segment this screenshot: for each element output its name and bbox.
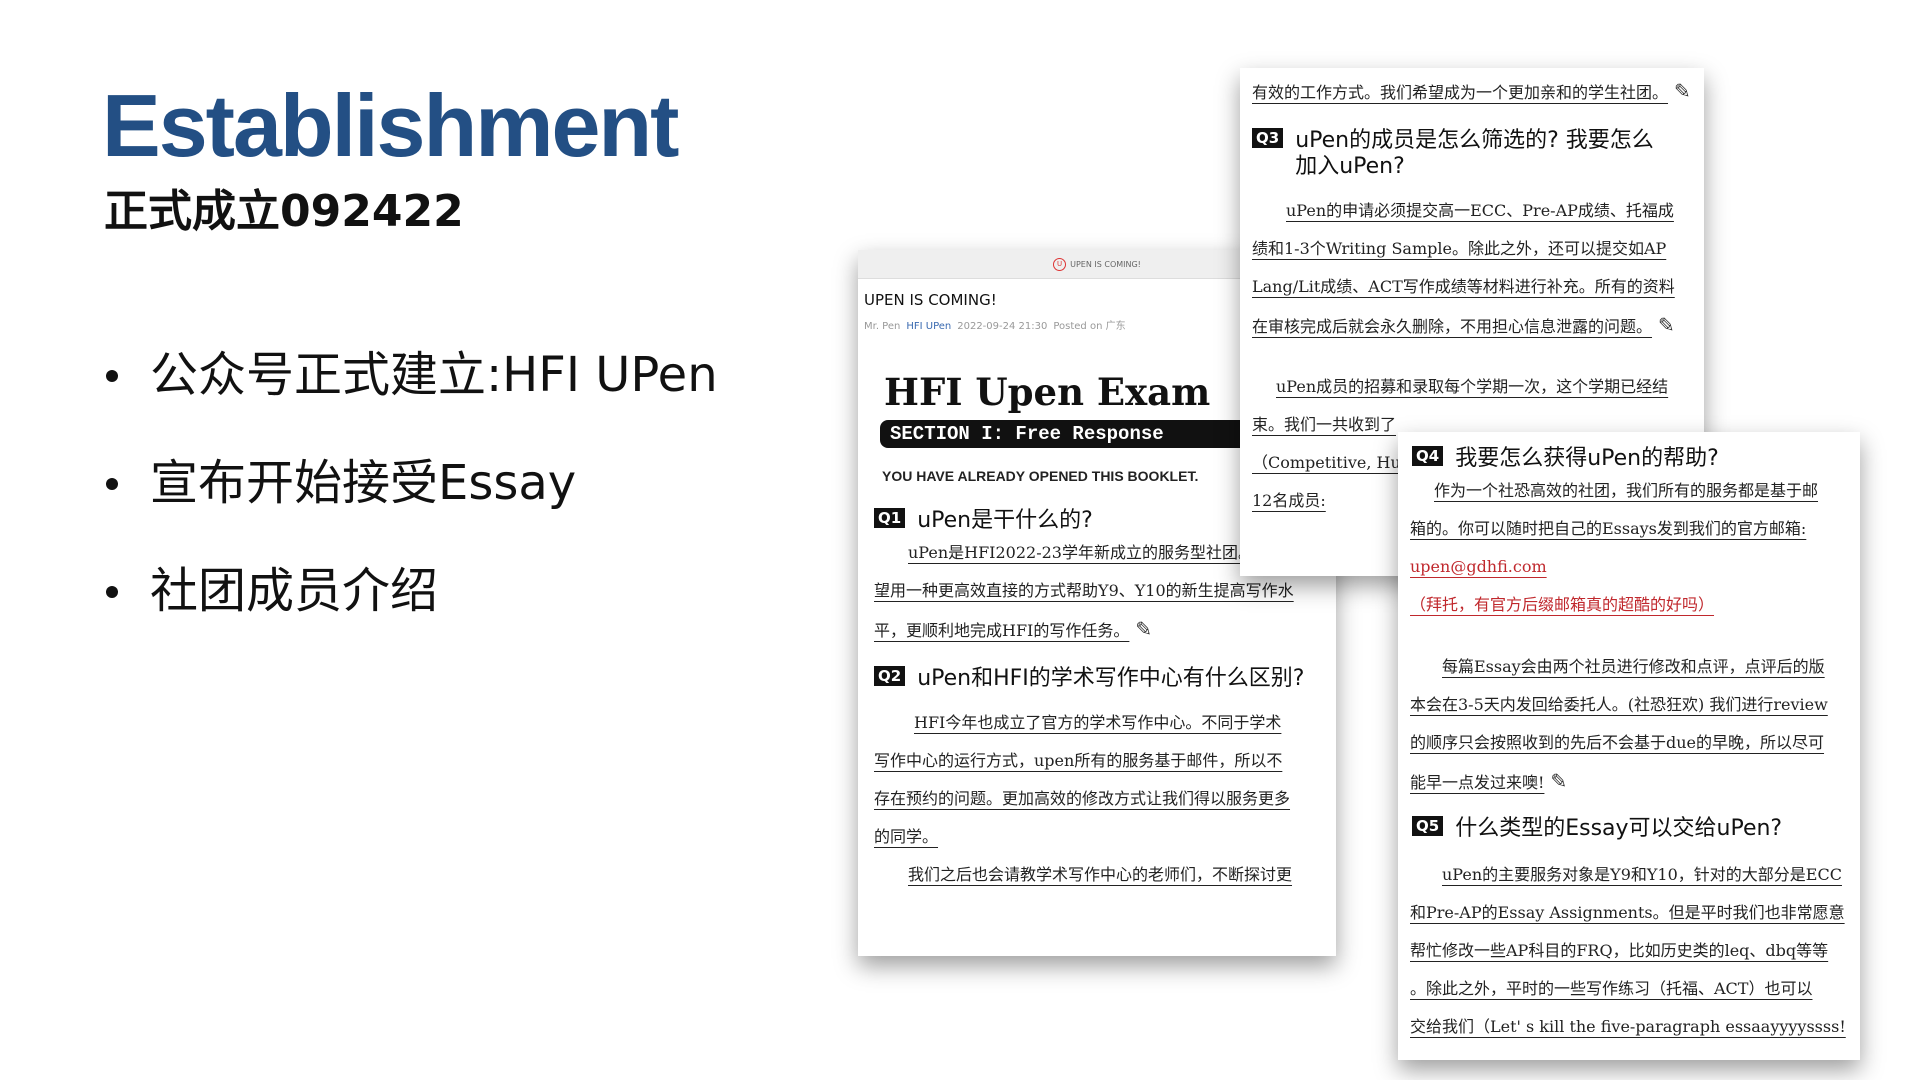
answer-line: 能早一点发过来噢!	[1410, 773, 1545, 792]
answer-line: 在审核完成后就会永久删除，不用担心信息泄露的问题。	[1252, 317, 1653, 336]
question-tag: Q5	[1412, 816, 1444, 836]
answer-line: 帮忙修改一些AP科目的FRQ，比如历史类的leq、dbq等等	[1410, 941, 1829, 960]
answer-text: 每篇Essay会由两个社员进行修改和点评，点评后的版 本会在3-5天内发回给委托…	[1410, 648, 1848, 802]
pencil-icon: ✎	[1550, 769, 1568, 793]
bullet-item: 宣布开始接受Essay	[104, 453, 718, 561]
answer-line: 的顺序只会按照收到的先后不会基于due的早晚，所以尽可	[1410, 733, 1825, 752]
answer-line: 交给我们（Let' s kill the five-paragraph essa…	[1410, 1017, 1846, 1036]
answer-line: 。除此之外，平时的一些写作练习（托福、ACT）也可以	[1410, 979, 1813, 998]
bullet-item: 社团成员介绍	[104, 561, 718, 669]
answer-line: HFI今年也成立了官方的学术写作中心。不同于学术	[914, 713, 1282, 732]
question-heading: Q3 uPen的成员是怎么筛选的? 我要怎么 加入uPen?	[1252, 128, 1704, 180]
answer-line: uPen成员的招募和录取每个学期一次，这个学期已经结	[1276, 377, 1669, 396]
answer-line: 每篇Essay会由两个社员进行修改和点评，点评后的版	[1442, 657, 1825, 676]
answer-line: 我们之后也会请教学术写作中心的老师们，不断探讨更	[908, 865, 1293, 884]
answer-line: uPen的主要服务对象是Y9和Y10，针对的大部分是ECC	[1442, 865, 1842, 884]
answer-line: 箱的。你可以随时把自己的Essays发到我们的官方邮箱:	[1410, 519, 1807, 538]
answer-line: 的同学。	[874, 827, 939, 846]
answer-line: Lang/Lit成绩、ACT写作成绩等材料进行补充。所有的资料	[1252, 277, 1675, 296]
answer-line: uPen的申请必须提交高一ECC、Pre-AP成绩、托福成	[1286, 201, 1674, 220]
question-tag: Q4	[1412, 446, 1444, 466]
question-heading: Q2 uPen和HFI的学术写作中心有什么区别?	[874, 660, 1336, 692]
question-title-line: 加入uPen?	[1295, 154, 1405, 179]
answer-text: 有效的工作方式。我们希望成为一个更加亲和的学生社团。 ✎	[1252, 72, 1692, 112]
article-account: HFI UPen	[906, 321, 952, 332]
slide-title: Establishment	[102, 76, 679, 175]
question-title: uPen的成员是怎么筛选的? 我要怎么 加入uPen?	[1295, 128, 1654, 180]
bullet-item: 公众号正式建立:HFI UPen	[104, 345, 718, 453]
topbar-title: UPEN IS COMING!	[1070, 259, 1141, 269]
question-title-line: uPen的成员是怎么筛选的? 我要怎么	[1295, 128, 1654, 153]
question-title: uPen是干什么的?	[917, 508, 1093, 533]
question-tag: Q3	[1252, 128, 1284, 148]
question-tag: Q2	[874, 666, 906, 686]
answer-line: 存在预约的问题。更加高效的修改方式让我们得以服务更多	[874, 789, 1291, 808]
answer-line: 绩和1-3个Writing Sample。除此之外，还可以提交如AP	[1252, 239, 1667, 258]
answer-line: 平，更顺利地完成HFI的写作任务。	[874, 621, 1130, 640]
answer-line: 有效的工作方式。我们希望成为一个更加亲和的学生社团。	[1252, 83, 1669, 102]
answer-line: 本会在3-5天内发回给委托人。(社恐狂欢) 我们进行review	[1410, 695, 1828, 714]
answer-text: uPen的申请必须提交高一ECC、Pre-AP成绩、托福成 绩和1-3个Writ…	[1252, 192, 1692, 346]
question-title: 什么类型的Essay可以交给uPen?	[1455, 816, 1783, 841]
answer-text: 作为一个社恐高效的社团，我们所有的服务都是基于邮 箱的。你可以随时把自己的Ess…	[1410, 472, 1848, 624]
question-heading: Q5 什么类型的Essay可以交给uPen?	[1412, 810, 1860, 842]
bullet-list: 公众号正式建立:HFI UPen 宣布开始接受Essay 社团成员介绍	[104, 345, 718, 669]
slide-subtitle: 正式成立092422	[104, 186, 464, 237]
article-author: Mr. Pen	[864, 321, 901, 332]
answer-line: 和Pre-AP的Essay Assignments。但是平时我们也非常愿意	[1410, 903, 1845, 922]
article-screenshot-right: Q4 我要怎么获得uPen的帮助? 作为一个社恐高效的社团，我们所有的服务都是基…	[1398, 432, 1860, 1060]
answer-line: 望用一种更高效直接的方式帮助Y9、Y10的新生提高写作水	[874, 581, 1294, 600]
email-link[interactable]: upen@gdhfi.com	[1410, 557, 1547, 576]
article-datetime: 2022-09-24 21:30	[957, 321, 1048, 332]
upen-logo-icon: U	[1053, 257, 1067, 271]
question-title: uPen和HFI的学术写作中心有什么区别?	[917, 666, 1305, 691]
pencil-icon: ✎	[1135, 617, 1153, 641]
article-posted: Posted on 广东	[1053, 321, 1126, 332]
answer-line: 作为一个社恐高效的社团，我们所有的服务都是基于邮	[1434, 481, 1819, 500]
question-heading: Q4 我要怎么获得uPen的帮助?	[1412, 440, 1860, 472]
answer-text: uPen的主要服务对象是Y9和Y10，针对的大部分是ECC 和Pre-AP的Es…	[1410, 856, 1848, 1046]
question-title: 我要怎么获得uPen的帮助?	[1455, 446, 1719, 471]
answer-text: HFI今年也成立了官方的学术写作中心。不同于学术 写作中心的运行方式，upen所…	[874, 704, 1320, 894]
question-tag: Q1	[874, 508, 906, 528]
answer-line: 写作中心的运行方式，upen所有的服务基于邮件，所以不	[874, 751, 1283, 770]
pencil-icon: ✎	[1658, 313, 1675, 337]
pencil-icon: ✎	[1674, 79, 1691, 103]
email-note: （拜托，有官方后缀邮箱真的超酷的好吗）	[1410, 595, 1715, 614]
